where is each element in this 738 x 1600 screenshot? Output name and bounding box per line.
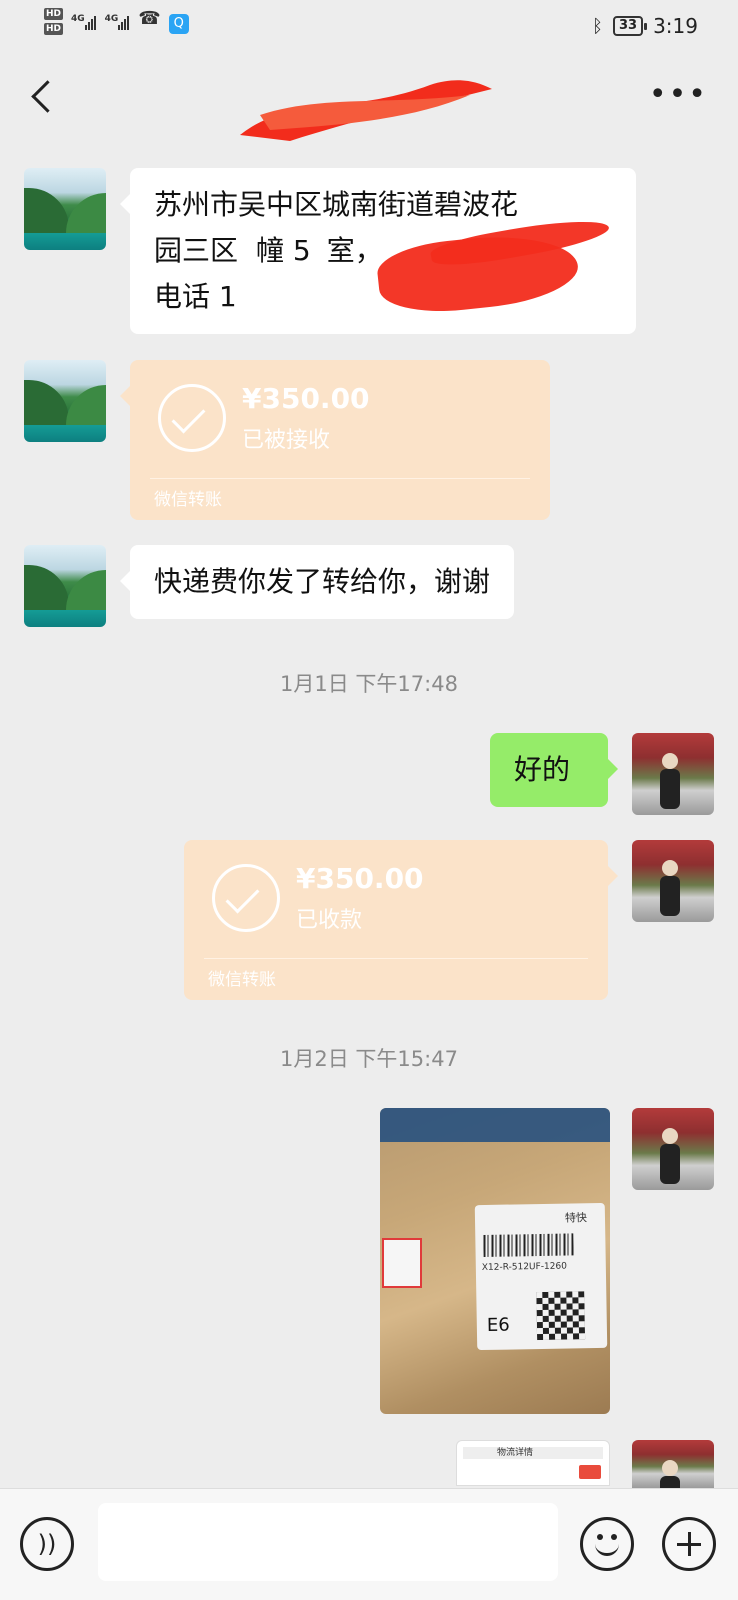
shipping-label: 特快 X12-R-512UF-1260 E6 — [474, 1202, 608, 1351]
message-bubble-address[interactable]: 苏州市吴中区城南街道碧波花 园三区幢 5 室， 电话 1 — [120, 168, 636, 334]
emoji-icon[interactable] — [580, 1517, 634, 1571]
transfer-card-received[interactable]: ¥350.00 已被接收 微信转账 — [120, 360, 550, 520]
input-bar: )) — [0, 1488, 738, 1600]
label-top-text: 特快 — [564, 1211, 588, 1225]
barcode — [483, 1233, 574, 1257]
label-code: X12-R-512UF-1260 — [481, 1261, 568, 1274]
contact-avatar[interactable] — [24, 360, 106, 442]
my-avatar[interactable] — [632, 1108, 714, 1190]
battery-indicator: 33 — [612, 16, 648, 36]
my-avatar[interactable] — [632, 840, 714, 922]
message-text: 好的 — [514, 753, 571, 786]
photo-message-parcel[interactable]: 特快 X12-R-512UF-1260 E6 — [380, 1108, 610, 1414]
divider — [150, 478, 530, 479]
transfer-card-collected[interactable]: ¥350.00 已收款 微信转账 — [184, 840, 618, 1000]
status-right: ᛒ 33 3:19 — [592, 14, 698, 38]
parcel-sticker — [382, 1238, 422, 1288]
contact-avatar[interactable] — [24, 545, 106, 627]
parcel-tape — [380, 1108, 610, 1142]
check-circle-icon — [212, 864, 280, 932]
status-bar: HD HD 4G 4G ☎ Q ᛒ 33 3:19 — [0, 0, 738, 50]
add-more-icon[interactable] — [662, 1517, 716, 1571]
qq-icon: Q — [168, 14, 189, 34]
address-line-1: 苏州市吴中区城南街道碧波花 — [154, 188, 519, 221]
transfer-status: 已收款 — [296, 908, 363, 933]
redacted-contact-name — [240, 80, 492, 141]
message-text: 快递费你发了转给你，谢谢 — [154, 565, 491, 598]
check-circle-icon — [158, 384, 226, 452]
transfer-brand: 微信转账 — [208, 970, 276, 990]
transfer-brand: 微信转账 — [154, 490, 222, 510]
more-options-button[interactable]: ••• — [649, 80, 708, 110]
status-left: HD HD 4G 4G ☎ Q — [44, 8, 189, 35]
bluetooth-icon: ᛒ — [592, 15, 603, 37]
divider — [204, 958, 588, 959]
signal1-icon: 4G — [71, 12, 97, 30]
qr-code — [536, 1291, 586, 1341]
missed-call-icon: ☎ — [138, 8, 161, 29]
voice-input-icon[interactable]: )) — [20, 1517, 74, 1571]
sim2-hd-badge: HD — [44, 23, 64, 35]
sim1-hd-badge: HD — [44, 8, 64, 20]
message-input[interactable] — [98, 1503, 558, 1581]
timestamp: 1月1日 下午17:48 — [280, 672, 458, 696]
my-message-bubble[interactable]: 好的 — [490, 733, 618, 807]
signal2-icon: 4G — [105, 12, 131, 30]
photo-message-screenshot[interactable]: 物流详情 — [456, 1440, 610, 1486]
transfer-amount: ¥350.00 — [296, 862, 424, 895]
transfer-amount: ¥350.00 — [242, 382, 370, 415]
my-avatar[interactable] — [632, 1440, 714, 1488]
screenshot-red-button — [579, 1465, 601, 1479]
clock: 3:19 — [653, 14, 698, 38]
timestamp: 1月2日 下午15:47 — [280, 1047, 458, 1071]
contact-avatar[interactable] — [24, 168, 106, 250]
label-tag: E6 — [486, 1314, 510, 1336]
screenshot-caption: 物流详情 — [497, 1448, 534, 1458]
chat-header: ••• — [0, 55, 738, 145]
my-avatar[interactable] — [632, 733, 714, 815]
transfer-status: 已被接收 — [242, 428, 331, 453]
message-bubble[interactable]: 快递费你发了转给你，谢谢 — [119, 545, 515, 619]
back-button[interactable] — [24, 77, 64, 117]
